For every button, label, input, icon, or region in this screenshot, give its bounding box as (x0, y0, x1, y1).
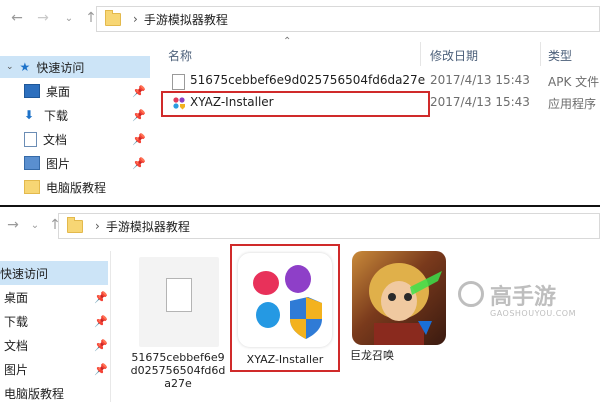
file-modified: 2017/4/13 15:43 (430, 95, 530, 109)
pin-icon[interactable]: 📌 (94, 291, 108, 304)
pin-icon[interactable]: 📌 (132, 109, 146, 122)
sidebar-item-label: 电脑版教程 (46, 180, 107, 195)
recent-dropdown-icon[interactable]: ⌄ (26, 220, 44, 231)
sidebar-item-label: 快速访问 (36, 60, 85, 75)
sidebar-item-label: 电脑版教程 (4, 386, 65, 401)
sidebar-item-pc-tutorials[interactable]: 电脑版教程 (4, 381, 108, 402)
top-address-row: ← → ⌄ ↑ › 手游模拟器教程 (0, 0, 600, 36)
top-explorer-window: ← → ⌄ ↑ › 手游模拟器教程 ⌄ ★ 快速访问 桌面 📌 ⬇ 下载 📌 文… (0, 0, 600, 205)
pin-icon[interactable]: 📌 (94, 363, 108, 376)
file-row[interactable]: 51675cebbef6e9d025756504fd6da27e 2017/4/… (160, 70, 600, 92)
download-icon: ⬇ (24, 108, 35, 122)
chevron-down-icon[interactable]: ⌄ (6, 62, 14, 72)
tile-thumbnail (139, 257, 219, 347)
sidebar-item-label: 图片 (4, 362, 29, 377)
folder-icon (24, 180, 40, 194)
sidebar-item-label: 文档 (4, 338, 29, 353)
sidebar-item-downloads[interactable]: 下载 📌 (4, 309, 108, 333)
sidebar-item-label: 桌面 (46, 84, 71, 99)
highlight-box (230, 244, 340, 372)
column-header-modified[interactable]: 修改日期 (430, 44, 478, 66)
bottom-address-row: → ⌄ ↑ › 手游模拟器教程 (0, 207, 600, 243)
watermark: 高手游 GAOSHOUYOU.COM (458, 277, 598, 327)
highlight-box (161, 91, 430, 117)
sidebar-item-label: 下载 (44, 108, 69, 123)
pin-icon[interactable]: 📌 (132, 85, 146, 98)
desktop-icon (24, 84, 40, 98)
breadcrumb[interactable]: 手游模拟器教程 (144, 11, 228, 28)
sidebar-item-label: 图片 (46, 156, 71, 171)
recent-dropdown-icon[interactable]: ⌄ (60, 13, 78, 24)
file-type: APK 文件 (548, 75, 600, 89)
sidebar-item-label: 快速访问 (0, 266, 49, 281)
file-tile[interactable]: 巨龙召唤 (348, 247, 454, 367)
bottom-explorer-window: → ⌄ ↑ › 手游模拟器教程 快速访问 桌面 📌 下载 📌 文档 📌 图片 📌 (0, 205, 600, 402)
folder-icon (105, 9, 121, 26)
sidebar-item-pictures[interactable]: 图片 📌 (4, 357, 108, 381)
sidebar-item-label: 下载 (4, 314, 29, 329)
file-icon (172, 74, 185, 90)
file-modified: 2017/4/13 15:43 (430, 73, 530, 87)
navigation-pane: 快速访问 桌面 📌 下载 📌 文档 📌 图片 📌 电脑版教程 (0, 261, 110, 402)
pin-icon[interactable]: 📌 (132, 157, 146, 170)
address-bar[interactable]: › 手游模拟器教程 (58, 213, 600, 239)
sidebar-item-pc-tutorials[interactable]: 电脑版教程 (24, 176, 146, 198)
column-divider[interactable] (420, 42, 421, 66)
watermark-logo-icon (458, 281, 484, 307)
tile-label: 巨龙召唤 (350, 349, 394, 362)
sidebar-item-pictures[interactable]: 图片 📌 (24, 152, 146, 174)
chevron-right-icon: › (133, 12, 138, 26)
pane-divider (110, 251, 111, 402)
sort-up-icon: ⌃ (283, 36, 292, 47)
address-bar[interactable]: › 手游模拟器教程 (96, 6, 600, 32)
file-tile[interactable]: 51675cebbef6e9d025756504fd6da27e (130, 253, 225, 399)
forward-arrow-icon[interactable]: → (4, 217, 22, 233)
blank-file-icon (166, 278, 192, 312)
sidebar-item-documents[interactable]: 文档 📌 (24, 128, 146, 150)
pin-icon[interactable]: 📌 (94, 339, 108, 352)
game-app-icon (352, 251, 446, 345)
watermark-text: 高手游 (490, 285, 557, 310)
sidebar-item-downloads[interactable]: ⬇ 下载 📌 (24, 104, 146, 126)
pin-icon[interactable]: 📌 (94, 315, 108, 328)
breadcrumb[interactable]: 手游模拟器教程 (106, 218, 190, 235)
chevron-right-icon: › (95, 219, 100, 233)
forward-arrow-icon[interactable]: → (34, 10, 52, 26)
back-arrow-icon[interactable]: ← (8, 10, 26, 26)
column-header-name[interactable]: 名称 (168, 44, 192, 66)
file-name: 51675cebbef6e9d025756504fd6da27e (190, 73, 426, 87)
navigation-pane: ⌄ ★ 快速访问 桌面 📌 ⬇ 下载 📌 文档 📌 图片 📌 电脑版教程 (0, 56, 150, 205)
tile-label: 51675cebbef6e9d025756504fd6da27e (130, 351, 226, 390)
sidebar-item-desktop[interactable]: 桌面 📌 (4, 285, 108, 309)
column-header-type[interactable]: 类型 (548, 44, 572, 66)
star-icon: ★ (19, 60, 31, 74)
sidebar-item-label: 文档 (43, 132, 68, 147)
sidebar-item-documents[interactable]: 文档 📌 (4, 333, 108, 357)
folder-icon (67, 216, 83, 233)
picture-icon (24, 156, 40, 170)
column-divider[interactable] (540, 42, 541, 66)
sidebar-item-quick-access[interactable]: 快速访问 (0, 261, 108, 285)
sidebar-item-label: 桌面 (4, 290, 29, 305)
pin-icon[interactable]: 📌 (132, 133, 146, 146)
sidebar-item-desktop[interactable]: 桌面 📌 (24, 80, 146, 102)
file-type: 应用程序 (548, 97, 597, 111)
watermark-subtext: GAOSHOUYOU.COM (490, 309, 577, 318)
sidebar-item-quick-access[interactable]: ⌄ ★ 快速访问 (0, 56, 150, 78)
document-icon (24, 131, 37, 147)
